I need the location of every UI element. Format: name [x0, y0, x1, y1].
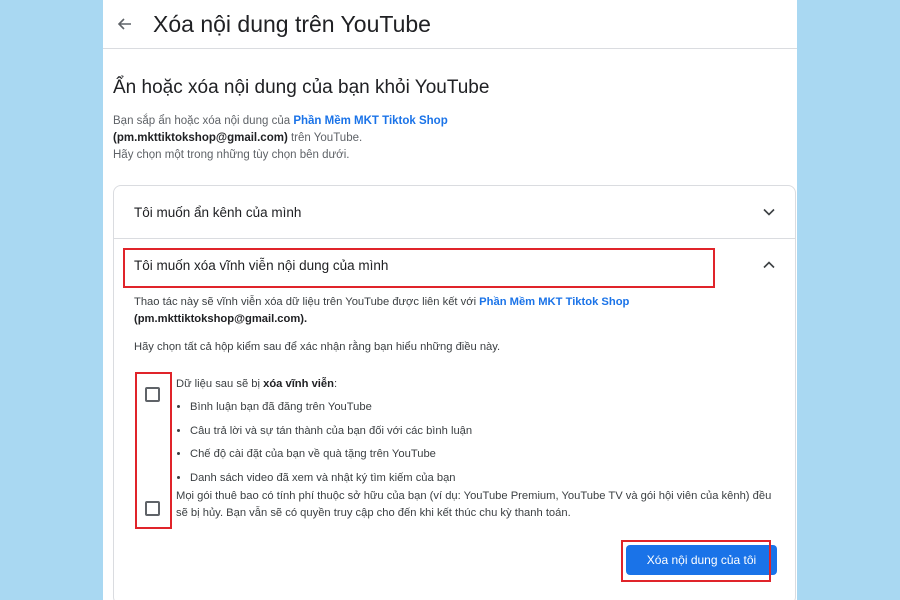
page-header: Xóa nội dung trên YouTube: [103, 0, 797, 49]
page-title: Xóa nội dung trên YouTube: [153, 10, 431, 37]
delete-content-title: Tôi muốn xóa vĩnh viễn nội dung của mình: [134, 257, 389, 273]
checkbox-data-deletion[interactable]: [145, 387, 160, 402]
delete-content-panel-header[interactable]: Tôi muốn xóa vĩnh viễn nội dung của mình: [114, 240, 795, 290]
confirm-instruction: Hãy chọn tất cả hộp kiểm sau để xác nhận…: [134, 341, 501, 353]
chevron-down-icon: [761, 204, 777, 220]
list-item: Danh sách video đã xem và nhật ký tìm ki…: [190, 467, 776, 491]
list-item: Bình luận bạn đã đăng trên YouTube: [190, 396, 776, 420]
youtube-delete-content-page: Xóa nội dung trên YouTube Ẩn hoặc xóa nộ…: [103, 0, 797, 600]
delete-account-email: (pm.mkttiktokshop@gmail.com).: [134, 313, 308, 325]
list-item: Chế độ cài đặt của bạn về quà tặng trên …: [190, 443, 776, 467]
data-deletion-item: Dữ liệu sau sẽ bị xóa vĩnh viễn: Bình lu…: [176, 376, 776, 490]
hide-channel-panel[interactable]: Tôi muốn ẩn kênh của mình: [114, 186, 795, 239]
list-item: Câu trả lời và sự tán thành của bạn đối …: [190, 420, 776, 444]
chevron-up-icon: [761, 257, 777, 273]
delete-description: Thao tác này sẽ vĩnh viễn xóa dữ liệu tr…: [134, 294, 754, 328]
delete-channel-link[interactable]: Phần Mềm MKT Tiktok Shop: [479, 296, 629, 308]
delete-desc-prefix: Thao tác này sẽ vĩnh viễn xóa dữ liệu tr…: [134, 296, 480, 308]
options-card: Tôi muốn ẩn kênh của mình Tôi muốn xóa v…: [113, 185, 796, 600]
permanent-delete-emphasis: xóa vĩnh viễn: [263, 378, 334, 390]
intro-text: Bạn sắp ẩn hoặc xóa nội dung của Phần Mề…: [113, 113, 787, 164]
back-button[interactable]: [113, 13, 135, 35]
account-email: (pm.mkttiktokshop@gmail.com): [113, 132, 288, 144]
intro-instruction: Hãy chọn một trong những tùy chọn bên dư…: [113, 149, 350, 161]
channel-name-link[interactable]: Phần Mềm MKT Tiktok Shop: [293, 115, 447, 127]
arrow-left-icon: [117, 18, 131, 30]
deleted-data-list: Bình luận bạn đã đăng trên YouTube Câu t…: [190, 396, 776, 490]
main-content: Ẩn hoặc xóa nội dung của bạn khỏi YouTub…: [103, 77, 797, 164]
checkbox-subscriptions-cancel[interactable]: [145, 501, 160, 516]
subscriptions-cancel-text: Mọi gói thuê bao có tính phí thuộc sở hữ…: [176, 490, 772, 519]
intro-suffix: trên YouTube.: [287, 132, 363, 144]
delete-my-content-button[interactable]: Xóa nội dung của tôi: [626, 545, 777, 575]
section-heading: Ẩn hoặc xóa nội dung của bạn khỏi YouTub…: [113, 77, 490, 98]
hide-channel-title: Tôi muốn ẩn kênh của mình: [134, 204, 302, 220]
intro-prefix: Bạn sắp ẩn hoặc xóa nội dung của: [113, 115, 294, 127]
data-deletion-lead: Dữ liệu sau sẽ bị xóa vĩnh viễn:: [176, 378, 338, 390]
